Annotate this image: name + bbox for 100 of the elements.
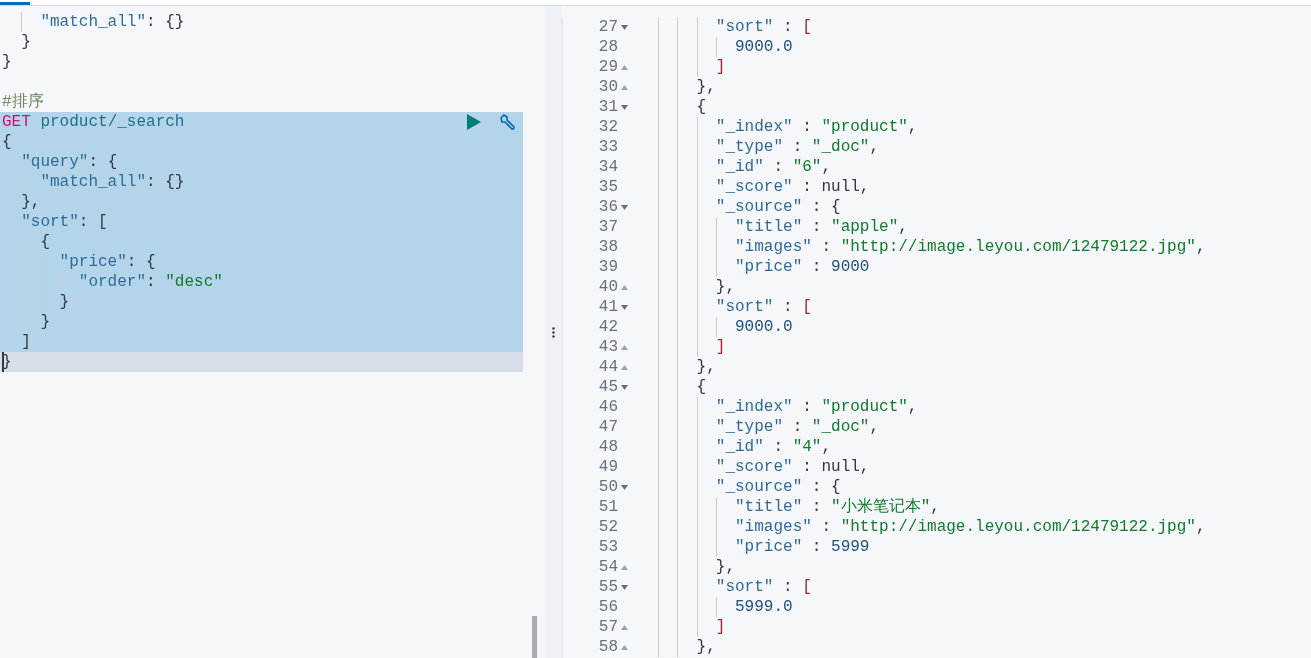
json-punctuation: : (810, 217, 823, 237)
json-punctuation: , (907, 117, 918, 137)
json-bracket: [ (802, 297, 812, 317)
play-icon (466, 113, 482, 131)
json-punctuation: : (782, 577, 794, 597)
json-number: 5999 (831, 537, 870, 557)
json-key: "match_all" (2, 12, 147, 32)
line-number: 51 (598, 497, 618, 517)
line-number: 41 (598, 297, 618, 317)
json-punctuation: , (930, 497, 940, 517)
json-punctuation: { (39, 232, 50, 252)
fold-caret-icon[interactable] (620, 624, 628, 630)
json-punctuation: } (58, 292, 70, 312)
json-key: "images" (639, 517, 812, 537)
json-punctuation: : (810, 497, 823, 517)
line-number: 54 (598, 557, 618, 577)
line-number: 40 (598, 277, 618, 297)
line-number: 38 (598, 237, 618, 257)
json-punctuation: } (20, 32, 31, 52)
json-key: "sort" (2, 212, 79, 232)
json-punctuation: , (869, 417, 880, 437)
line-number: 28 (598, 37, 618, 57)
json-bracket: ] (714, 617, 726, 637)
line-number: 53 (598, 537, 618, 557)
fold-caret-icon[interactable] (620, 304, 628, 310)
line-number: 35 (598, 177, 618, 197)
json-punctuation: : (146, 272, 157, 292)
json-punctuation: : { (810, 477, 841, 497)
json-punctuation: , (821, 157, 832, 177)
json-punctuation: ] (20, 332, 31, 352)
fold-caret-icon[interactable] (620, 344, 628, 350)
json-punctuation: }, (714, 557, 735, 577)
json-punctuation: , (821, 437, 832, 457)
json-bracket: ] (714, 337, 726, 357)
line-number: 52 (598, 517, 618, 537)
resize-handle-icon[interactable] (552, 326, 555, 338)
json-key: "order" (2, 272, 147, 292)
json-key: "_score" (639, 177, 793, 197)
json-key: "_score" (639, 457, 793, 477)
json-key: "_index" (639, 397, 793, 417)
json-punctuation: : null, (801, 457, 870, 477)
json-string: "小米笔记本" (831, 497, 931, 517)
fold-caret-icon[interactable] (620, 564, 628, 570)
json-punctuation: , (1195, 237, 1206, 257)
json-key: "_id" (639, 437, 764, 457)
json-number: 9000.0 (734, 317, 793, 337)
json-key: "price" (2, 252, 127, 272)
fold-caret-icon[interactable] (620, 584, 628, 590)
fold-caret-icon[interactable] (620, 84, 628, 90)
json-punctuation: : { (88, 152, 118, 172)
scrollbar[interactable] (532, 616, 537, 658)
fold-caret-icon[interactable] (620, 24, 628, 30)
fold-caret-icon[interactable] (620, 364, 628, 370)
fold-caret-icon[interactable] (620, 284, 628, 290)
selected-tab-underline (0, 2, 30, 5)
json-string: "_doc" (811, 137, 870, 157)
fold-caret-icon[interactable] (620, 204, 628, 210)
fold-caret-icon[interactable] (620, 104, 628, 110)
request-path: product/_search (39, 112, 185, 132)
line-number: 48 (598, 437, 618, 457)
fold-caret-icon[interactable] (620, 484, 628, 490)
line-number: 27 (598, 17, 618, 37)
code-comment: #排序 (2, 92, 44, 112)
json-punctuation: : [ (78, 212, 108, 232)
json-key: "price" (639, 257, 803, 277)
line-number: 34 (598, 157, 618, 177)
json-bracket: [ (802, 17, 812, 37)
json-punctuation: : (782, 297, 794, 317)
json-punctuation: } (2, 52, 12, 72)
wrench-icon (498, 112, 518, 132)
run-button[interactable] (465, 113, 483, 131)
json-number: 9000 (831, 257, 870, 277)
json-key: "_type" (639, 417, 784, 437)
line-number: 30 (598, 77, 618, 97)
json-number: 5999.0 (734, 597, 793, 617)
json-punctuation: }, (695, 357, 716, 377)
json-punctuation: : { (810, 197, 841, 217)
line-number: 58 (598, 637, 618, 657)
fold-caret-icon[interactable] (620, 644, 628, 650)
line-number: 37 (598, 217, 618, 237)
fold-caret-icon[interactable] (620, 384, 628, 390)
line-number: 46 (598, 397, 618, 417)
json-string: "product" (821, 397, 908, 417)
line-number: 29 (598, 57, 618, 77)
line-number: 56 (598, 597, 618, 617)
line-number: 32 (598, 117, 618, 137)
json-key: "_source" (639, 477, 803, 497)
json-number: 9000.0 (734, 37, 793, 57)
json-string: "desc" (165, 272, 223, 292)
json-punctuation: }, (20, 192, 41, 212)
json-string: "_doc" (811, 417, 870, 437)
json-string: "4" (792, 437, 822, 457)
json-punctuation: }, (695, 77, 716, 97)
json-string: "http://image.leyou.com/12479122.jpg" (840, 237, 1196, 257)
http-method: GET (2, 112, 31, 132)
fold-caret-icon[interactable] (620, 64, 628, 70)
line-number: 47 (598, 417, 618, 437)
json-punctuation: : (810, 257, 823, 277)
line-number: 31 (598, 97, 618, 117)
json-punctuation: { (695, 377, 707, 397)
